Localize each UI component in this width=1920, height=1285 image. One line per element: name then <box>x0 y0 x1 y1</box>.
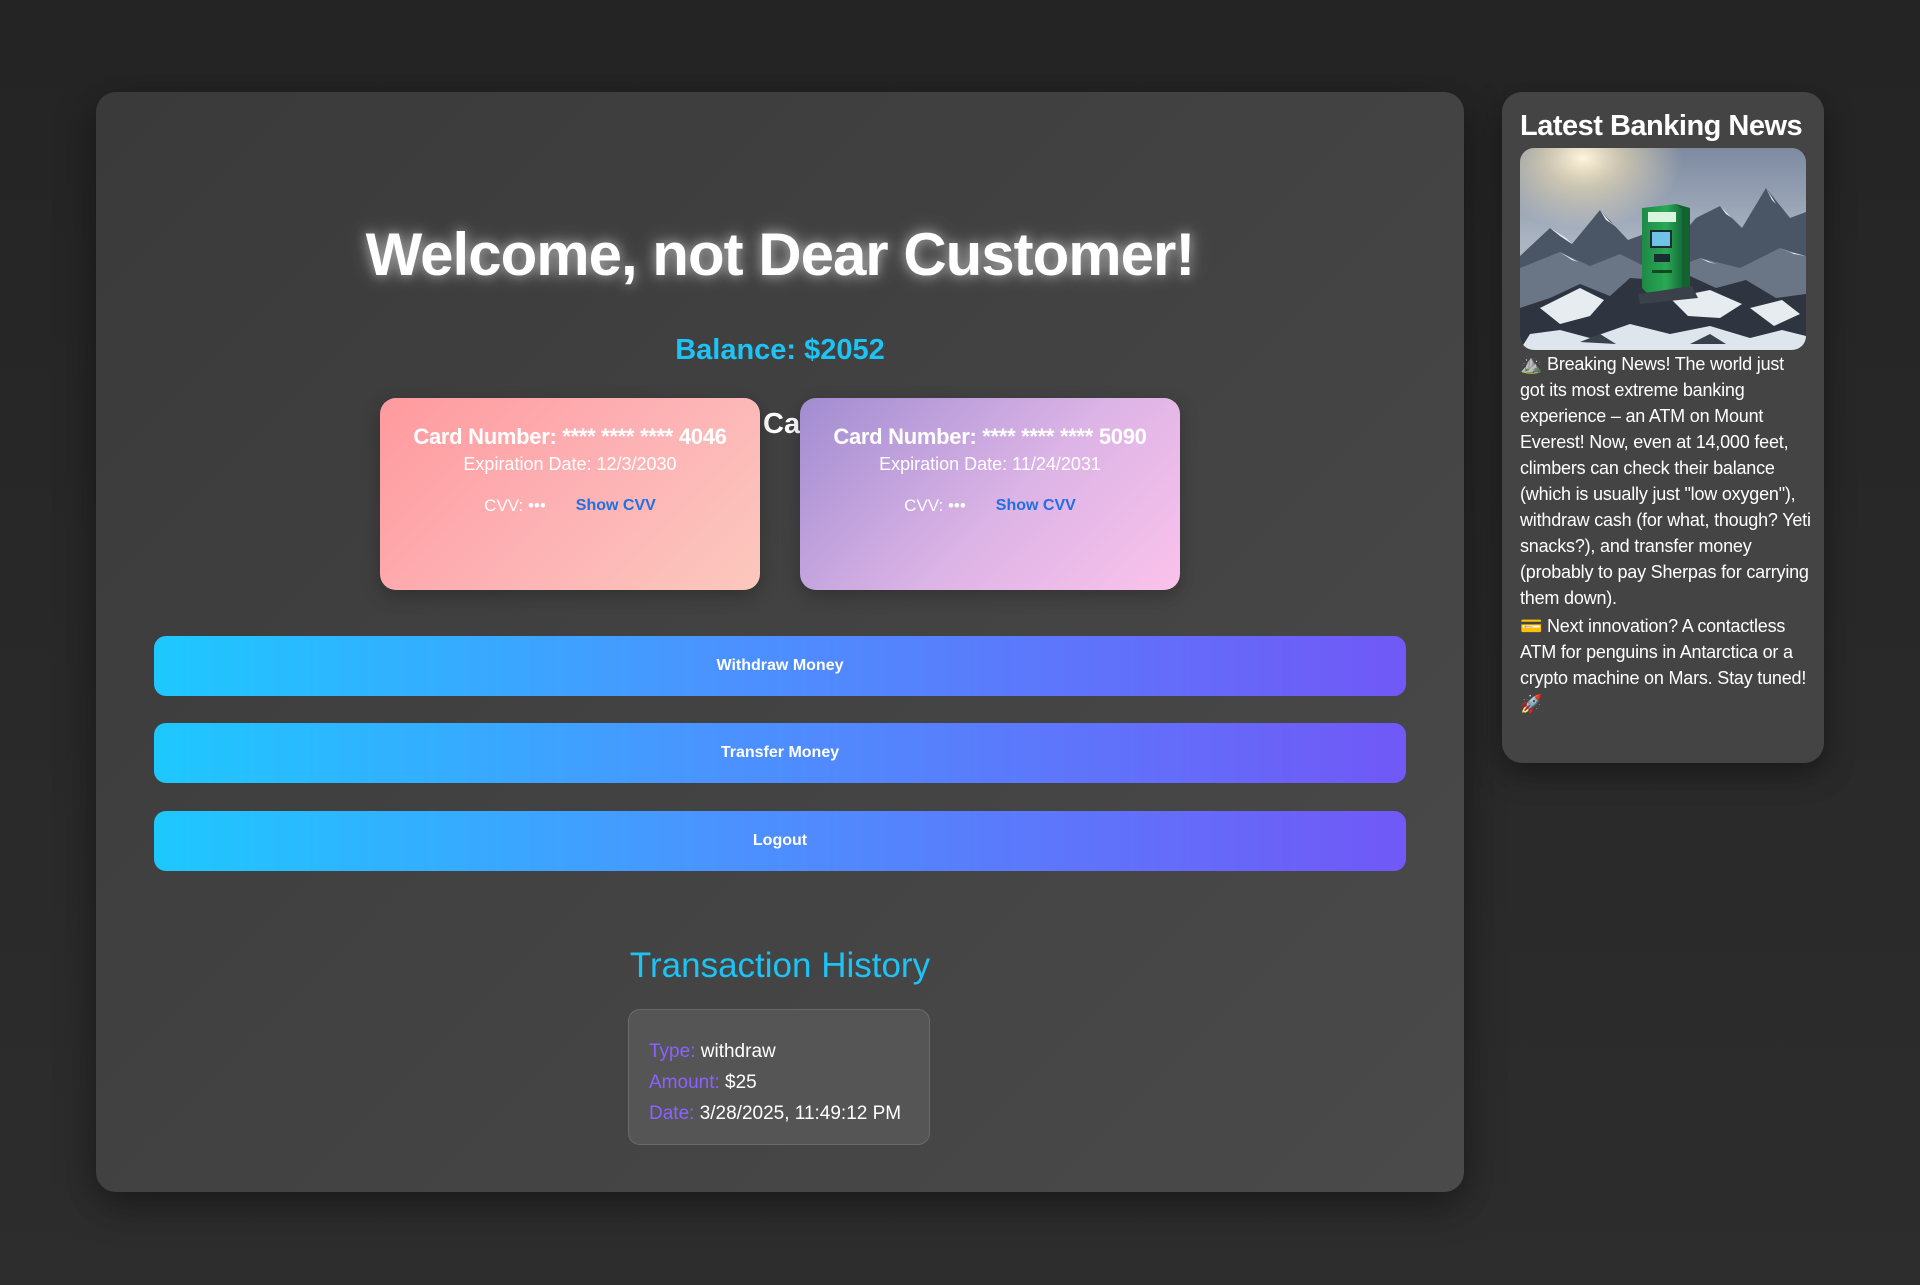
news-heading: Latest Banking News <box>1520 110 1803 142</box>
transaction-amount-label: Amount: <box>649 1072 720 1093</box>
card-cvv-row: CVV: ••• Show CVV <box>800 496 1180 516</box>
transaction-item: Type: withdraw Amount: $25 Date: 3/28/20… <box>628 1009 930 1145</box>
card-item: Card Number: **** **** **** 4046 Expirat… <box>380 398 760 590</box>
balance-display: Balance: $2052 <box>675 334 885 366</box>
transaction-type-value: withdraw <box>700 1041 776 1062</box>
transaction-date-value: 3/28/2025, 11:49:12 PM <box>699 1103 902 1124</box>
my-cards-heading: My Cards <box>714 408 846 440</box>
card-item: Card Number: **** **** **** 5090 Expirat… <box>800 398 1180 590</box>
news-paragraph: 💳 Next innovation? A contactless ATM for… <box>1520 616 1807 714</box>
news-paragraph: ⛰️ Breaking News! The world just got its… <box>1520 354 1811 608</box>
transaction-amount-row: Amount: $25 <box>649 1067 929 1098</box>
transfer-money-button[interactable]: Transfer Money <box>154 723 1406 783</box>
news-panel: Latest Banking News ⛰️ Breaking News! Th… <box>1502 92 1824 763</box>
card-number: Card Number: **** **** **** 5090 <box>833 424 1147 449</box>
transaction-date-label: Date: <box>649 1103 695 1124</box>
main-panel: Welcome, not Dear Customer! Balance: $20… <box>96 92 1464 1192</box>
transaction-amount-value: $25 <box>725 1072 757 1093</box>
news-article: ⛰️ Breaking News! The world just got its… <box>1520 351 1812 719</box>
card-number: Card Number: **** **** **** 4046 <box>413 424 727 449</box>
card-expiration: Expiration Date: 11/24/2031 <box>879 454 1101 474</box>
card-cvv: CVV: ••• <box>904 496 966 515</box>
atm-on-mountain-image <box>1520 148 1806 350</box>
card-expiration: Expiration Date: 12/3/2030 <box>463 454 677 474</box>
show-cvv-button[interactable]: Show CVV <box>576 497 656 515</box>
transaction-history-heading: Transaction History <box>629 946 931 985</box>
card-cvv-row: CVV: ••• Show CVV <box>380 496 760 516</box>
transaction-type-label: Type: <box>649 1041 696 1062</box>
show-cvv-button[interactable]: Show CVV <box>996 497 1076 515</box>
withdraw-money-button[interactable]: Withdraw Money <box>154 636 1406 696</box>
card-cvv: CVV: ••• <box>484 496 546 515</box>
logout-button[interactable]: Logout <box>154 811 1406 871</box>
welcome-title: Welcome, not Dear Customer! <box>365 221 1196 288</box>
transaction-date-row: Date: 3/28/2025, 11:49:12 PM <box>649 1098 929 1129</box>
transaction-type-row: Type: withdraw <box>649 1036 929 1067</box>
